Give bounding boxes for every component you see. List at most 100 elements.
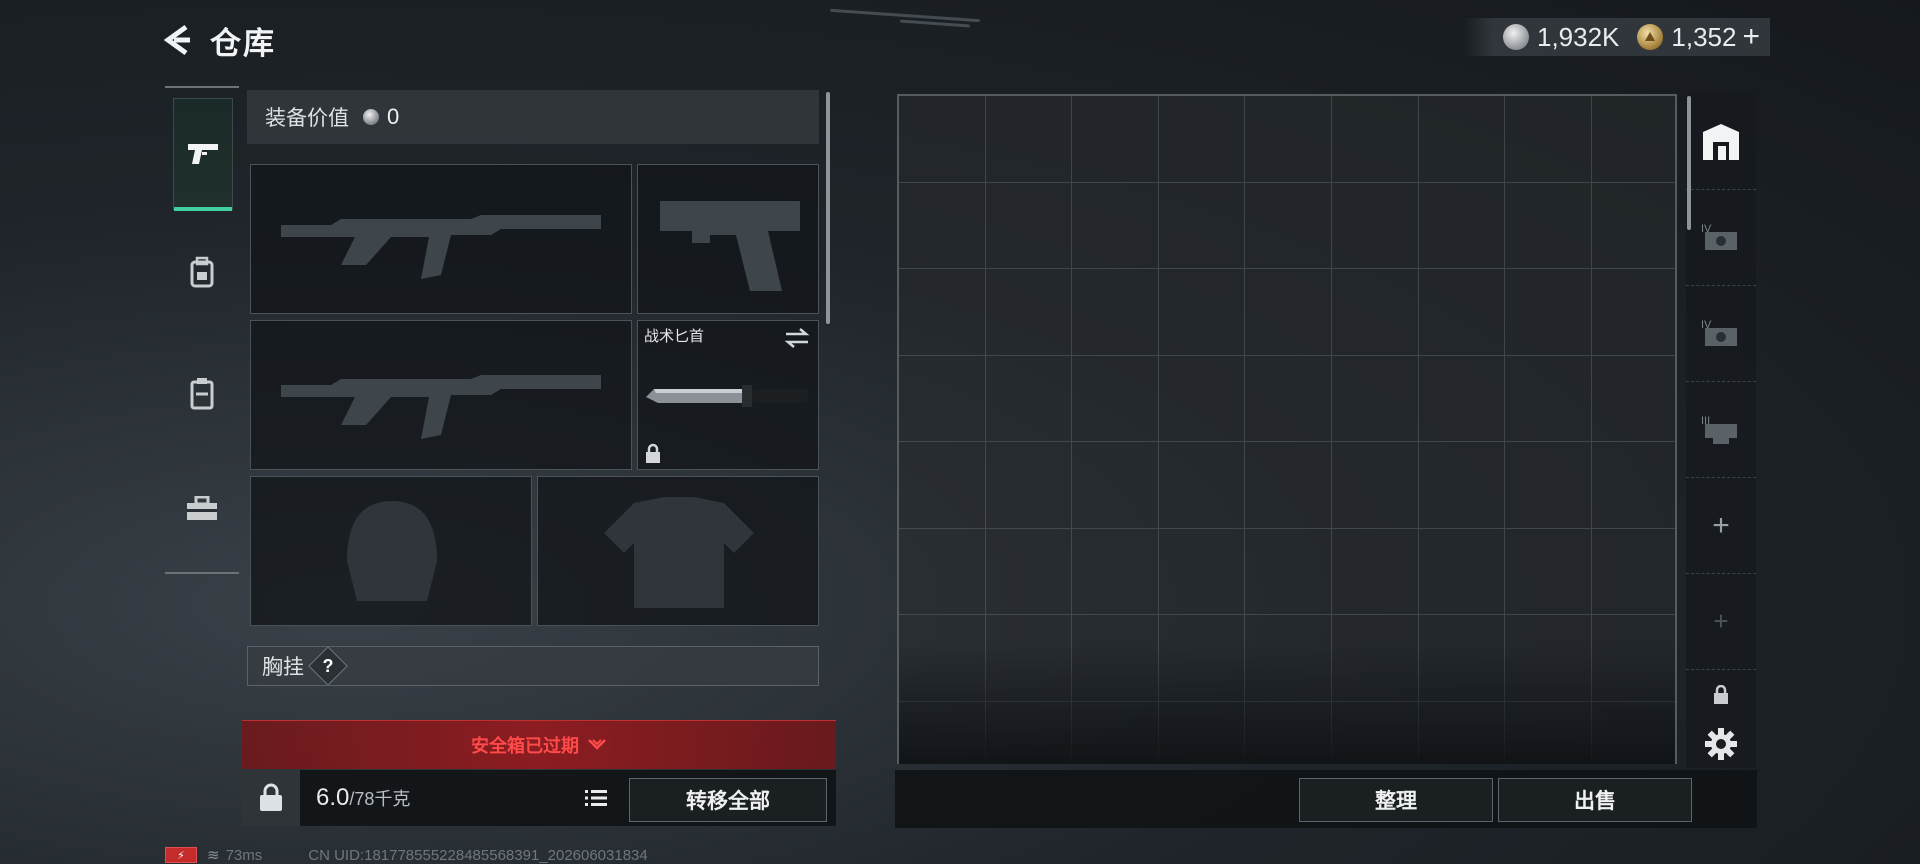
storage-cell[interactable] [1332, 96, 1419, 183]
secondary-weapon-slot[interactable] [250, 320, 632, 470]
storage-cell[interactable] [1072, 96, 1159, 183]
storage-cell[interactable] [985, 615, 1073, 702]
storage-cell[interactable] [1245, 528, 1332, 615]
helmet-slot[interactable] [250, 476, 532, 626]
storage-cell[interactable] [1591, 615, 1675, 702]
storage-cell[interactable] [1591, 96, 1675, 183]
storage-cell[interactable] [1505, 182, 1592, 269]
storage-cell[interactable] [1591, 528, 1675, 615]
storage-cell[interactable] [1505, 96, 1592, 183]
storage-cell[interactable] [985, 269, 1073, 356]
help-icon[interactable]: ? [308, 646, 348, 686]
storage-cell[interactable] [1245, 269, 1332, 356]
rail-case-iv-1[interactable]: IV [1686, 190, 1756, 286]
storage-cell[interactable] [1332, 355, 1419, 442]
storage-cell[interactable] [899, 528, 986, 615]
storage-cell[interactable] [899, 615, 986, 702]
storage-cell[interactable] [1332, 701, 1419, 764]
storage-cell[interactable] [1072, 701, 1159, 764]
back-arrow-icon[interactable] [160, 21, 198, 59]
storage-cell[interactable] [1072, 182, 1159, 269]
storage-cell[interactable] [1418, 442, 1506, 529]
storage-cell[interactable] [1591, 701, 1675, 764]
storage-cell[interactable] [1245, 96, 1332, 183]
storage-cell[interactable] [1418, 355, 1506, 442]
storage-cell[interactable] [985, 182, 1073, 269]
storage-cell[interactable] [1591, 269, 1675, 356]
storage-cell[interactable] [1332, 615, 1419, 702]
rail-case-iii[interactable]: III [1686, 382, 1756, 478]
sell-button[interactable]: 出售 [1498, 778, 1692, 822]
storage-cell[interactable] [1591, 355, 1675, 442]
storage-cell[interactable] [1158, 615, 1246, 702]
storage-cell[interactable] [1158, 182, 1246, 269]
storage-cell[interactable] [1418, 701, 1506, 764]
storage-cell[interactable] [1505, 355, 1592, 442]
storage-cell[interactable] [899, 701, 986, 764]
pistol-slot[interactable] [637, 164, 819, 314]
storage-cell[interactable] [899, 355, 986, 442]
tab-toolbox[interactable] [173, 454, 231, 564]
equipment-scrollbar[interactable] [826, 92, 830, 324]
storage-cell[interactable] [1505, 528, 1592, 615]
tab-backpack[interactable] [173, 218, 231, 328]
rail-add-slot-1[interactable]: + [1686, 478, 1756, 574]
tab-chest-rig[interactable] [173, 338, 231, 448]
settings-button[interactable] [1686, 720, 1756, 768]
storage-cell[interactable] [1418, 182, 1506, 269]
storage-cell[interactable] [1245, 615, 1332, 702]
storage-cell[interactable] [1332, 182, 1419, 269]
storage-cell[interactable] [985, 528, 1073, 615]
storage-cell[interactable] [1245, 701, 1332, 764]
storage-cell[interactable] [1072, 528, 1159, 615]
storage-cell[interactable] [1418, 96, 1506, 183]
safebox-expired-banner[interactable]: 安全箱已过期 [242, 720, 836, 769]
storage-cell[interactable] [1158, 355, 1246, 442]
storage-cell[interactable] [985, 442, 1073, 529]
list-view-icon[interactable] [580, 782, 612, 814]
storage-cell[interactable] [1245, 355, 1332, 442]
storage-cell[interactable] [899, 269, 986, 356]
storage-cell[interactable] [1505, 269, 1592, 356]
rail-add-slot-2[interactable]: + [1686, 574, 1756, 670]
transfer-all-button[interactable]: 转移全部 [629, 778, 827, 822]
rail-case-iv-2[interactable]: IV [1686, 286, 1756, 382]
storage-cell[interactable] [1158, 442, 1246, 529]
storage-cell[interactable] [1245, 182, 1332, 269]
armor-slot[interactable] [537, 476, 819, 626]
storage-cell[interactable] [1072, 442, 1159, 529]
backpack-lock-button[interactable] [242, 770, 300, 826]
swap-icon[interactable] [784, 327, 810, 349]
storage-cell[interactable] [1158, 528, 1246, 615]
storage-cell[interactable] [1158, 701, 1246, 764]
storage-cell[interactable] [1332, 442, 1419, 529]
storage-cell[interactable] [1591, 182, 1675, 269]
storage-cell[interactable] [1158, 96, 1246, 183]
storage-cell[interactable] [1072, 615, 1159, 702]
tab-weapons[interactable] [173, 98, 233, 211]
storage-cell[interactable] [1245, 442, 1332, 529]
storage-cell[interactable] [899, 442, 986, 529]
storage-cell[interactable] [1591, 442, 1675, 529]
storage-cell[interactable] [1072, 269, 1159, 356]
storage-cell[interactable] [1418, 528, 1506, 615]
storage-cell[interactable] [899, 96, 986, 183]
primary-weapon-slot[interactable] [250, 164, 632, 314]
storage-cell[interactable] [985, 355, 1073, 442]
storage-cell[interactable] [985, 701, 1073, 764]
storage-cell[interactable] [899, 182, 986, 269]
storage-cell[interactable] [1418, 269, 1506, 356]
storage-cell[interactable] [1158, 269, 1246, 356]
storage-cell[interactable] [985, 96, 1073, 183]
storage-cell[interactable] [1505, 615, 1592, 702]
rail-stash[interactable] [1686, 94, 1756, 190]
add-currency-button[interactable]: + [1742, 22, 1760, 52]
storage-cell[interactable] [1505, 701, 1592, 764]
storage-cell[interactable] [1418, 615, 1506, 702]
storage-cell[interactable] [1072, 355, 1159, 442]
storage-cell[interactable] [1332, 269, 1419, 356]
rail-scrollbar[interactable] [1687, 96, 1691, 230]
storage-cell[interactable] [1505, 442, 1592, 529]
organize-button[interactable]: 整理 [1299, 778, 1493, 822]
storage-cell[interactable] [1332, 528, 1419, 615]
